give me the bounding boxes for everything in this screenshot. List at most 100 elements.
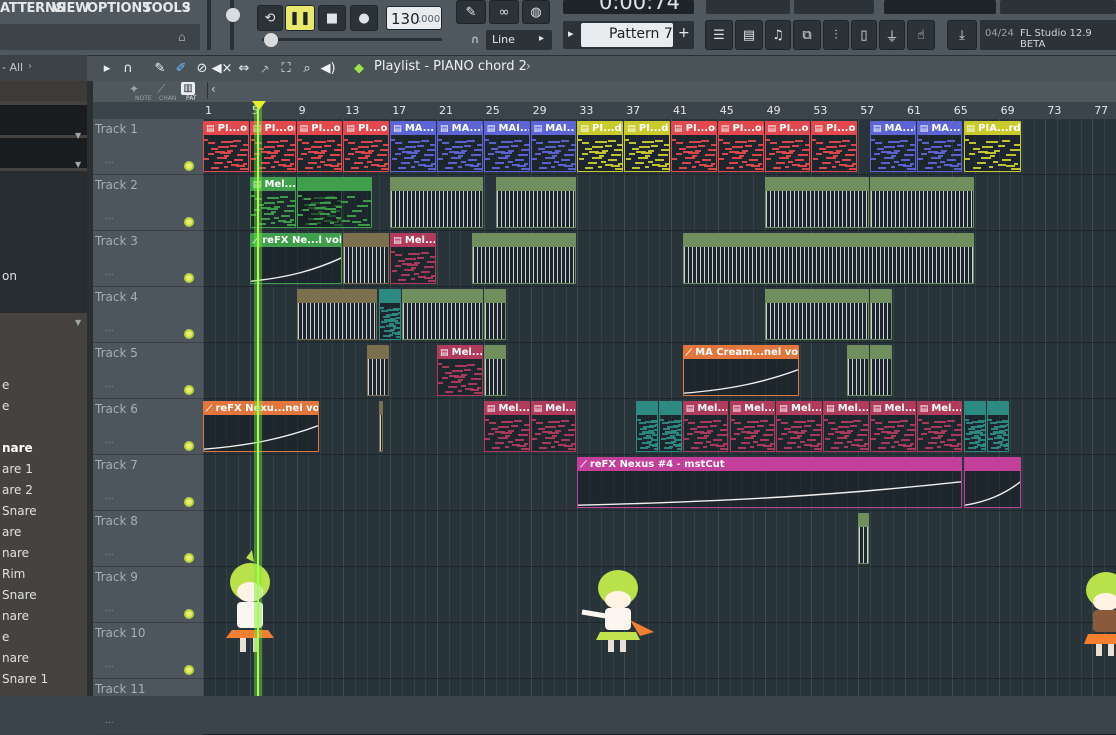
track-header[interactable]: Track 9... xyxy=(93,567,203,623)
playlist-clip[interactable]: ▤ Mel...2 xyxy=(390,233,436,284)
track-header[interactable]: Track 11... xyxy=(93,679,203,735)
browser-item[interactable]: nare xyxy=(2,609,29,623)
mute-tool-icon[interactable]: ⊘ xyxy=(194,60,210,76)
stop-button[interactable]: ■ xyxy=(318,5,346,31)
track-header[interactable]: Track 8... xyxy=(93,511,203,567)
track-mute-led[interactable] xyxy=(184,609,194,619)
pattern-selector[interactable]: ▸ Pattern 7 + xyxy=(563,21,694,49)
mixer-button[interactable]: ⧉ xyxy=(793,20,821,50)
playlist-clip[interactable]: ▤ Mel...2 xyxy=(730,401,776,452)
snap-select[interactable]: Line ▸ xyxy=(486,30,552,50)
menu-view[interactable]: VIEW xyxy=(52,1,89,16)
timeline-ruler[interactable]: 1591317212529333741454953576165697377 xyxy=(203,102,1116,119)
track-header[interactable]: Track 2... xyxy=(93,175,203,231)
pause-button[interactable]: ❚❚ xyxy=(285,5,315,31)
browser-item[interactable]: Snare xyxy=(2,504,37,518)
playlist-clip[interactable] xyxy=(765,289,869,340)
pattern-prev-icon[interactable]: ▸ xyxy=(568,27,574,40)
browser-item[interactable]: nare xyxy=(2,546,29,560)
loop-record-button[interactable]: ⟲ xyxy=(257,5,283,31)
playlist-clip[interactable] xyxy=(484,345,506,396)
playlist-clip[interactable] xyxy=(870,289,892,340)
playlist-clip[interactable] xyxy=(870,177,974,228)
playlist-clip[interactable]: ▤ PI...d 2 xyxy=(624,121,670,172)
playlist-clip[interactable]: ▤ Mel...2 xyxy=(683,401,729,452)
link-tool-button[interactable]: ∞ xyxy=(489,0,519,24)
track-mute-led[interactable] xyxy=(184,497,194,507)
slip-tool-icon[interactable]: ⇔ xyxy=(236,60,252,76)
browser-item[interactable]: on xyxy=(2,269,17,283)
track-dots-icon[interactable]: ... xyxy=(105,268,114,278)
track-mute-led[interactable] xyxy=(184,441,194,451)
playlist-clip[interactable] xyxy=(390,177,483,228)
playlist-clip[interactable] xyxy=(484,289,506,340)
browser-button[interactable]: ▯ xyxy=(851,20,877,50)
time-display[interactable]: 0:00:74 xyxy=(563,0,694,14)
draw-tool-button[interactable]: ✎ xyxy=(456,0,486,24)
playlist-clip[interactable]: ▤ PI...ord xyxy=(765,121,811,172)
playlist-clip[interactable]: ▤ PIA...rd 2 xyxy=(964,121,1022,172)
note-mode-icon[interactable]: ✦ xyxy=(129,82,139,96)
browser-item[interactable]: e xyxy=(2,630,9,644)
playlist-clip[interactable]: ⟋ MA Cream...nel volume xyxy=(683,345,799,396)
playlist-clip[interactable] xyxy=(987,401,1009,452)
record-button[interactable]: ● xyxy=(350,5,378,31)
menu-help[interactable]: ? xyxy=(183,1,190,16)
playlist-clip[interactable]: ▤ Mel...2 xyxy=(823,401,869,452)
playlist-clip[interactable]: ⟋ reFX Nexus #4 - mstCut xyxy=(577,457,962,508)
delete-tool-icon[interactable]: ◀× xyxy=(214,60,230,76)
slice-tool-icon[interactable]: ⸕ xyxy=(257,60,273,76)
playlist-clip[interactable]: ▤ Mel...2 xyxy=(437,345,483,396)
playlist-clip[interactable] xyxy=(379,401,384,452)
playlist-clip[interactable] xyxy=(472,233,576,284)
playlist-clip[interactable]: ▤ Mel...2 xyxy=(870,401,916,452)
playlist-clip[interactable]: ▤ PI...ord xyxy=(718,121,764,172)
playlist-menu-arrow-icon[interactable]: ▸ xyxy=(99,60,115,76)
zoom-tool-icon[interactable]: ⌕ xyxy=(299,60,315,76)
playlist-clip[interactable] xyxy=(870,345,892,396)
track-mute-led[interactable] xyxy=(184,273,194,283)
track-mute-led[interactable] xyxy=(184,385,194,395)
playlist-clip[interactable]: ▤ PI...ord xyxy=(297,121,343,172)
playlist-clip[interactable]: ▤ MA...rd xyxy=(437,121,483,172)
track-mute-led[interactable] xyxy=(184,217,194,227)
playlist-clip[interactable] xyxy=(765,177,869,228)
playlist-clip[interactable] xyxy=(964,457,1022,508)
mixer-sliders-button[interactable]: ⫶ xyxy=(823,20,849,50)
playlist-clip[interactable]: ▤ Mel...2 xyxy=(776,401,822,452)
track-dots-icon[interactable]: ... xyxy=(105,436,114,446)
playlist-grid[interactable]: ▤ PI...ord▤ PI...ord▤ PI...ord▤ PI...ord… xyxy=(203,119,1116,696)
chevron-down-icon[interactable]: ▼ xyxy=(75,318,81,327)
playlist-clip[interactable]: ▤ PI...ord xyxy=(811,121,857,172)
playlist-clip[interactable]: ▤ Mel...2 xyxy=(917,401,963,452)
track-dots-icon[interactable]: ... xyxy=(105,212,114,222)
playlist-clip[interactable] xyxy=(297,177,372,228)
playlist-clip[interactable]: ⟋ reFX Ne...l volume xyxy=(250,233,343,284)
chevron-down-icon[interactable]: ▼ xyxy=(75,131,81,140)
playlist-clip[interactable]: ▤ PI...ord xyxy=(671,121,717,172)
track-mute-led[interactable] xyxy=(184,161,194,171)
browser-item[interactable]: are 1 xyxy=(2,462,33,476)
playlist-clip[interactable]: ▤ PI...ord xyxy=(203,121,249,172)
track-dots-icon[interactable]: ... xyxy=(105,492,114,502)
position-slider[interactable] xyxy=(264,33,278,47)
track-dots-icon[interactable]: ... xyxy=(105,716,114,726)
playhead-marker[interactable] xyxy=(252,101,266,110)
touch-controller-button[interactable]: ☝ xyxy=(907,20,935,50)
playlist-clip[interactable] xyxy=(496,177,577,228)
track-header[interactable]: Track 7... xyxy=(93,455,203,511)
playlist-clip[interactable]: ▤ PI...ord xyxy=(343,121,389,172)
channel-rack-button[interactable]: ▤ xyxy=(735,20,763,50)
playlist-clip[interactable]: ▤ Mel...2 xyxy=(484,401,530,452)
tempo-display[interactable]: 130 .000 xyxy=(386,6,442,30)
browser-item[interactable]: e xyxy=(2,378,9,392)
browser-filter[interactable]: - All xyxy=(2,61,23,74)
playlist-clip[interactable] xyxy=(367,345,389,396)
browser-item[interactable]: are 2 xyxy=(2,483,33,497)
track-dots-icon[interactable]: ... xyxy=(105,660,114,670)
playlist-clip[interactable] xyxy=(343,233,389,284)
track-mute-led[interactable] xyxy=(184,665,194,675)
track-dots-icon[interactable]: ... xyxy=(105,324,114,334)
browser-item[interactable]: Snare 1 xyxy=(2,672,48,686)
playlist-clip[interactable]: ▤ MAI...rd xyxy=(484,121,530,172)
